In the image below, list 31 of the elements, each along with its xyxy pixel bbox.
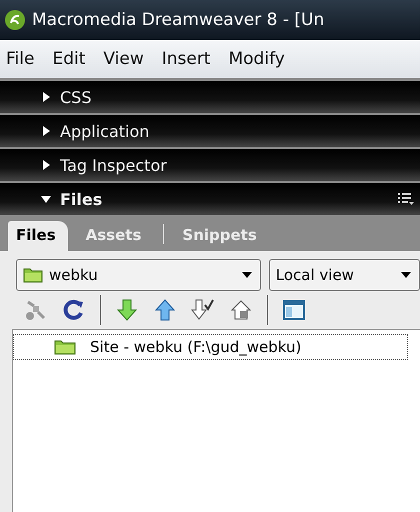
window-icon[interactable] — [282, 298, 306, 322]
down-arrow-icon[interactable] — [115, 298, 139, 322]
panel-header[interactable]: Application — [0, 113, 420, 147]
caret-icon — [242, 272, 252, 278]
panel-header[interactable]: CSS — [0, 79, 420, 113]
site-label: Site - webku (F:\gud_webku) — [90, 338, 302, 356]
up-arrow-icon[interactable] — [153, 298, 177, 322]
panel-header[interactable]: Files — [0, 181, 420, 215]
menu-item[interactable]: File — [6, 49, 34, 69]
folder-icon — [54, 339, 76, 355]
panel-title: Files — [60, 190, 102, 208]
window-title: Macromedia Dreamweaver 8 - [Un — [32, 10, 324, 30]
caret-icon — [401, 272, 411, 278]
site-dropdown[interactable]: webku — [16, 259, 261, 291]
menu-item[interactable]: Modify — [228, 49, 285, 69]
tab[interactable]: Files — [8, 221, 68, 251]
panel-title: Application — [60, 122, 150, 140]
down-arrow-check-icon[interactable] — [191, 298, 215, 322]
menu-item[interactable]: Edit — [52, 49, 86, 69]
menu-item[interactable]: View — [103, 49, 144, 69]
menu-item[interactable]: Insert — [162, 49, 210, 69]
options-menu-icon[interactable] — [398, 192, 414, 206]
view-dropdown[interactable]: Local view — [268, 259, 420, 291]
panel-header[interactable]: Tag Inspector — [0, 147, 420, 181]
house-lock-icon[interactable] — [229, 298, 253, 322]
panel-title: Tag Inspector — [60, 156, 167, 174]
refresh-icon[interactable] — [62, 298, 86, 322]
site-row[interactable]: Site - webku (F:\gud_webku) — [13, 334, 408, 360]
app-logo-icon — [4, 9, 26, 31]
folder-icon — [23, 267, 43, 283]
panel-title: CSS — [60, 88, 92, 106]
